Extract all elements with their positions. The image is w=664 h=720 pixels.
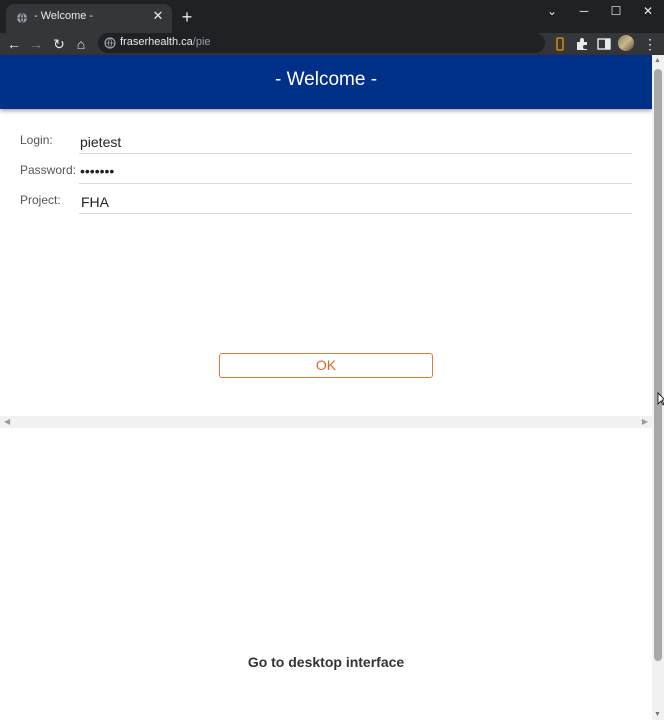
avatar[interactable] <box>618 35 634 51</box>
scroll-left-icon[interactable]: ◀ <box>4 416 10 428</box>
puzzle-icon[interactable] <box>574 36 590 52</box>
tab-search-icon[interactable]: ⌄ <box>538 2 566 20</box>
page-header: - Welcome - <box>0 55 652 109</box>
project-underline <box>79 213 632 214</box>
globe-icon <box>17 12 27 24</box>
password-field[interactable]: ••••••• <box>80 163 114 179</box>
back-button[interactable]: ← <box>4 34 24 54</box>
url-text: fraserhealth.ca/pie <box>120 36 211 48</box>
url-host: fraserhealth.ca <box>120 36 193 48</box>
project-field[interactable]: FHA <box>81 194 109 210</box>
login-field[interactable]: pietest <box>80 134 121 150</box>
address-bar[interactable]: fraserhealth.ca/pie <box>98 33 545 53</box>
menu-icon[interactable]: ⋮ <box>640 34 660 54</box>
extension-icon[interactable] <box>552 36 568 52</box>
reload-button[interactable]: ↻ <box>49 34 69 54</box>
vertical-scrollbar[interactable]: ▲ ▼ <box>652 55 664 720</box>
login-underline <box>79 153 632 154</box>
close-window-button[interactable]: ✕ <box>634 2 662 20</box>
page-content: - Welcome - Login: pietest Password: •••… <box>0 55 652 720</box>
forward-button[interactable]: → <box>26 34 46 54</box>
maximize-button[interactable]: ☐ <box>602 2 630 20</box>
tab-welcome[interactable]: - Welcome - ✕ <box>6 4 172 33</box>
new-tab-button[interactable]: + <box>178 8 196 26</box>
scrollbar-thumb[interactable] <box>654 69 662 661</box>
home-button[interactable]: ⌂ <box>71 34 91 54</box>
password-underline <box>79 183 632 184</box>
page-title: - Welcome - <box>274 69 378 90</box>
tab-title: - Welcome - <box>34 10 94 22</box>
sidepanel-icon[interactable] <box>596 36 612 52</box>
tab-close-icon[interactable]: ✕ <box>150 8 166 24</box>
project-label: Project: <box>20 193 61 207</box>
site-info-icon[interactable] <box>104 37 116 49</box>
tab-strip: - Welcome - ✕ + ⌄ ─ ☐ ✕ <box>0 0 664 33</box>
scroll-down-icon[interactable]: ▼ <box>654 711 661 718</box>
minimize-button[interactable]: ─ <box>570 2 598 20</box>
browser-toolbar: ← → ↻ ⌂ fraserhealth.ca/pie ⋮ <box>0 33 664 55</box>
password-label: Password: <box>20 163 77 177</box>
login-label: Login: <box>20 133 53 147</box>
scroll-right-icon[interactable]: ▶ <box>642 416 648 428</box>
url-path: /pie <box>192 36 211 48</box>
scroll-up-icon[interactable]: ▲ <box>654 57 661 64</box>
mouse-cursor-icon <box>657 392 664 406</box>
horizontal-scrollbar[interactable]: ◀ ▶ <box>0 416 652 428</box>
desktop-interface-link[interactable]: Go to desktop interface <box>0 654 652 670</box>
ok-button[interactable]: OK <box>219 353 433 378</box>
